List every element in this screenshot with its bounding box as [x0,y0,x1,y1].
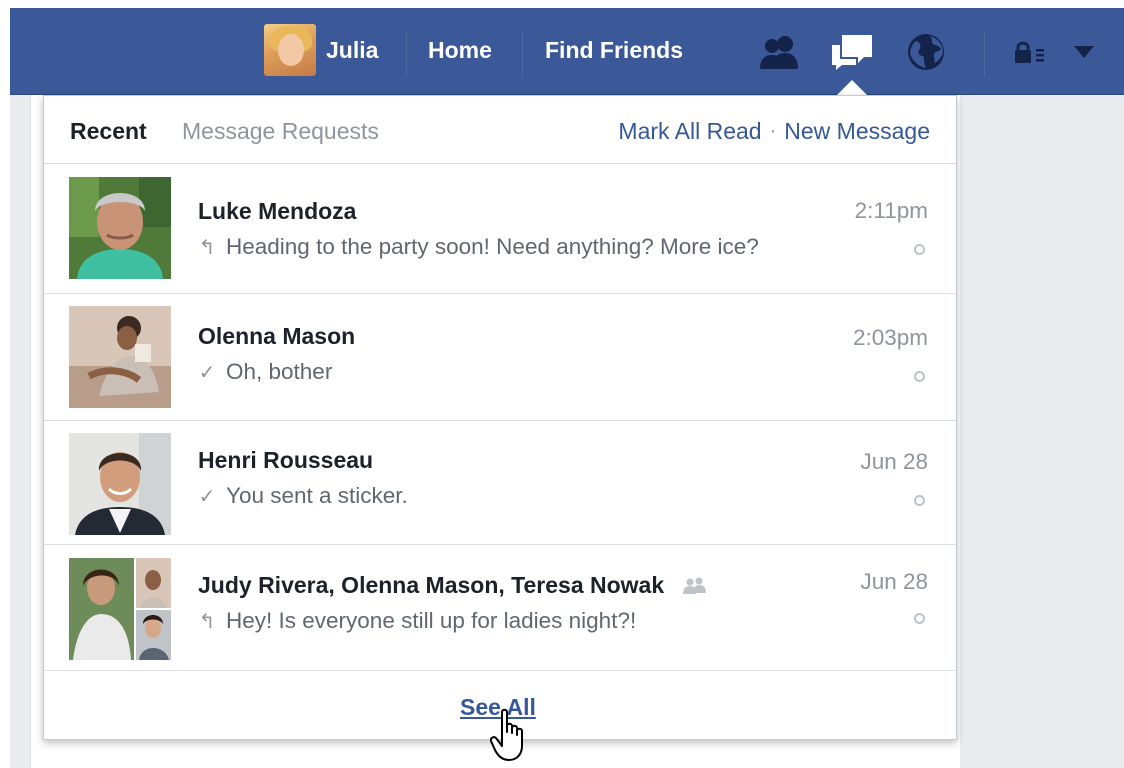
message-thread[interactable]: Judy Rivera, Olenna Mason, Teresa Nowak … [44,545,956,671]
mark-read-toggle[interactable] [914,371,925,382]
thread-name: Henri Rousseau [198,447,374,473]
thread-name: Olenna Mason [198,323,356,349]
message-thread[interactable]: Olenna Mason ✓ Oh, bother 2:03pm [44,294,956,421]
messages-icon[interactable] [830,30,874,74]
group-icon [682,577,708,595]
mark-all-read-link[interactable]: Mark All Read [618,118,761,145]
thread-avatar [69,433,171,535]
message-thread[interactable]: Luke Mendoza ↰ Heading to the party soon… [44,164,956,294]
tab-message-requests[interactable]: Message Requests [182,118,379,145]
thread-name: Luke Mendoza [198,198,357,224]
thread-snippet-text: Heading to the party soon! Need anything… [226,234,759,259]
messages-dropdown: Recent Message Requests Mark All Read · … [43,95,957,740]
home-link[interactable]: Home [428,30,492,70]
thread-time: Jun 28 [860,569,928,594]
tab-recent[interactable]: Recent [70,118,147,145]
thread-name: Judy Rivera, Olenna Mason, Teresa Nowak [198,572,665,598]
thread-snippet-text: You sent a sticker. [226,483,408,508]
thread-snippet-text: Hey! Is everyone still up for ladies nig… [226,608,637,633]
account-menu-caret-icon[interactable] [1068,30,1100,74]
thread-avatar [69,177,171,279]
new-message-link[interactable]: New Message [784,118,930,145]
nav-divider [406,32,407,76]
profile-link[interactable]: Julia [326,30,378,70]
thread-snippet: ↰ Heading to the party soon! Need anythi… [198,234,759,260]
thread-snippet: ✓ You sent a sticker. [198,483,408,509]
thread-time: 2:11pm [854,198,928,223]
thread-snippet: ✓ Oh, bother [198,359,333,385]
find-friends-link[interactable]: Find Friends [545,30,683,70]
header-actions: Mark All Read · New Message [618,118,930,145]
thread-snippet-text: Oh, bother [226,359,333,384]
mark-read-toggle[interactable] [914,244,925,255]
message-thread[interactable]: Henri Rousseau ✓ You sent a sticker. Jun… [44,421,956,545]
thread-name-row: Judy Rivera, Olenna Mason, Teresa Nowak [198,572,708,599]
user-avatar[interactable] [264,24,316,76]
top-margin [0,0,1124,8]
check-icon: ✓ [198,361,216,384]
notifications-globe-icon[interactable] [904,30,948,74]
privacy-lock-icon[interactable] [1012,30,1052,74]
reply-arrow-icon: ↰ [198,610,216,633]
hand-pointer-cursor-icon [489,708,530,764]
reply-arrow-icon: ↰ [198,236,216,259]
link-separator: · [769,120,777,142]
thread-time: 2:03pm [852,325,928,350]
mark-read-toggle[interactable] [914,495,925,506]
thread-time: Jun 28 [860,449,928,474]
dropdown-pointer [836,80,868,96]
messages-dropdown-header: Recent Message Requests Mark All Read · … [44,96,956,164]
top-navigation-bar: Julia Home Find Friends [10,8,1124,95]
mark-read-toggle[interactable] [914,613,925,624]
friend-requests-icon[interactable] [758,30,802,74]
check-icon: ✓ [198,485,216,508]
nav-divider [522,32,523,76]
thread-avatar [69,306,171,408]
thread-avatar-group [69,558,171,660]
page-left-margin [0,95,10,768]
thread-snippet: ↰ Hey! Is everyone still up for ladies n… [198,608,637,634]
nav-divider [984,32,985,76]
